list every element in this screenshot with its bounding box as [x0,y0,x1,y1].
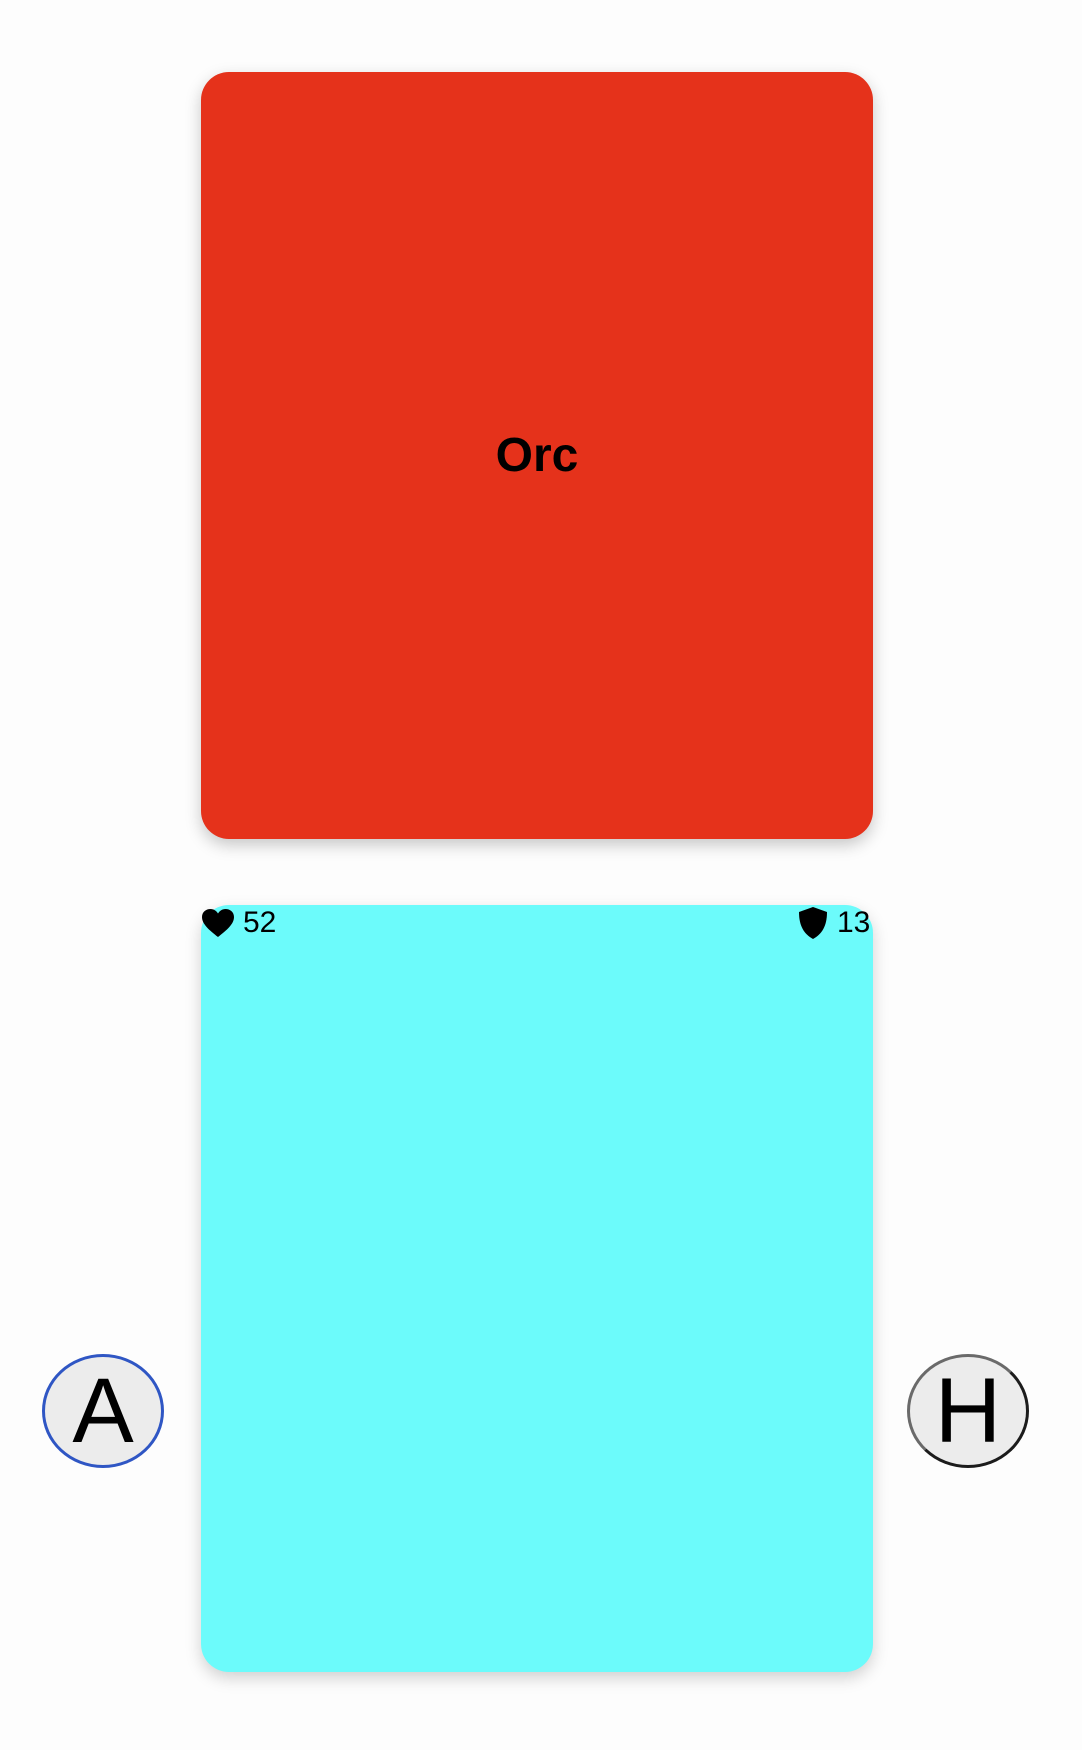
enemy-name: Orc [495,429,579,482]
heal-button[interactable]: H [907,1354,1029,1468]
attack-button[interactable]: A [42,1354,164,1468]
defense-value: 13 [837,906,871,939]
health-value: 52 [243,906,277,939]
game-stage: Orc 52 13 A H [0,0,1082,1750]
shield-icon [797,906,829,940]
player-card[interactable] [201,905,873,1672]
health-stat: 52 [201,906,276,940]
defense-stat: 13 [797,906,870,940]
heart-icon [201,908,235,938]
enemy-card[interactable]: Orc [201,72,873,839]
